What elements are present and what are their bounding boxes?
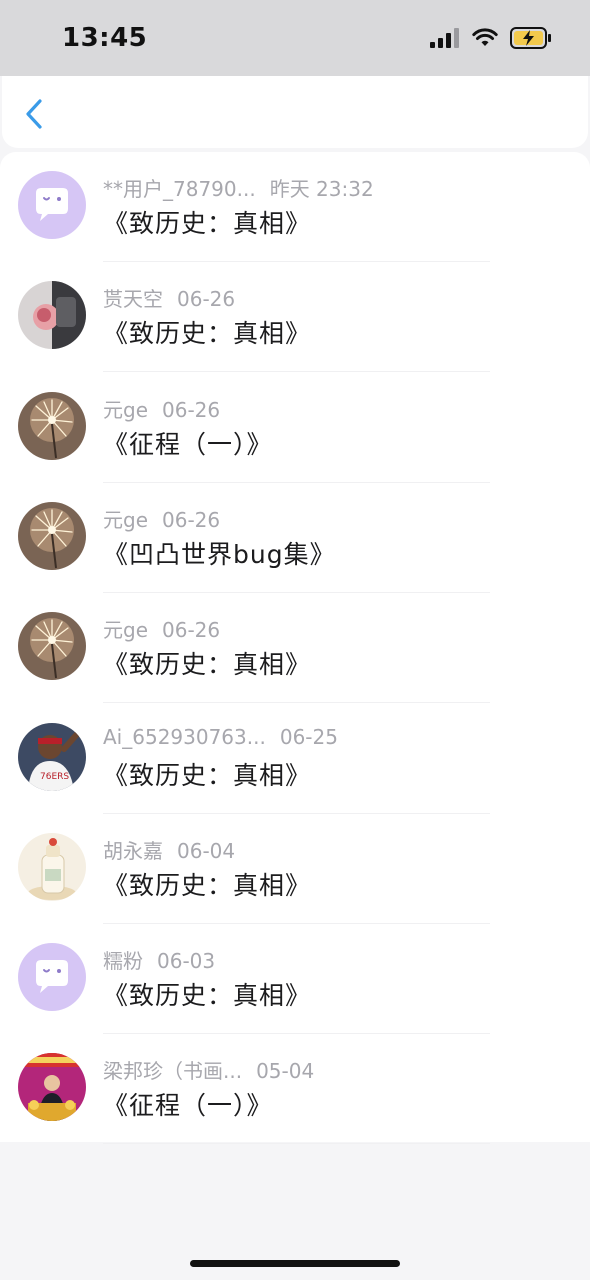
item-meta: 糯粉 06-03 xyxy=(103,945,215,974)
avatar[interactable] xyxy=(18,1053,86,1122)
message-list: **用户_78790... 昨天 23:32 《致历史：真相》 贳天空 06-26 《致… xyxy=(0,152,590,1145)
list-item[interactable]: 元ge 06-26 《征程（一）》 xyxy=(0,373,590,483)
item-meta: 元ge 06-26 xyxy=(103,394,220,423)
username[interactable]: Ai_652930763... xyxy=(103,725,266,749)
username[interactable]: **用户_78790... xyxy=(103,177,256,201)
list-item[interactable]: 元ge 06-26 《凹凸世界bug集》 xyxy=(0,483,590,593)
list-item[interactable]: 贳天空 06-26 《致历史：真相》 xyxy=(0,262,590,373)
default-avatar-icon[interactable] xyxy=(18,171,86,239)
timestamp: 06-26 xyxy=(162,507,221,532)
list-item[interactable]: 元ge 06-26 《致历史：真相》 xyxy=(0,593,590,704)
item-meta: 元ge 06-26 xyxy=(103,614,220,643)
status-bar: 13:45 xyxy=(0,0,590,76)
chevron-left-icon xyxy=(26,99,42,129)
work-title[interactable]: 《致历史：真相》 xyxy=(103,976,311,1012)
avatar[interactable] xyxy=(18,501,86,570)
list-item[interactable]: **用户_78790... 昨天 23:32 《致历史：真相》 xyxy=(0,152,590,262)
item-meta: 梁邦珍（书画... 05-04 xyxy=(103,1055,314,1084)
work-title[interactable]: 《征程（一）》 xyxy=(103,425,273,461)
work-title[interactable]: 《征程（一）》 xyxy=(103,1086,273,1122)
item-meta: 胡永嘉 06-04 xyxy=(103,835,235,864)
username[interactable]: 糯粉 xyxy=(103,949,143,973)
timestamp: 06-03 xyxy=(157,949,216,974)
item-meta: 元ge 06-26 xyxy=(103,504,220,533)
wifi-icon xyxy=(472,28,498,46)
work-title[interactable]: 《致历史：真相》 xyxy=(103,204,311,240)
status-time: 13:45 xyxy=(62,23,148,53)
list-item[interactable]: 糯粉 06-03 《致历史：真相》 xyxy=(0,924,590,1035)
battery-charging-icon xyxy=(510,27,551,49)
cellular-signal-icon xyxy=(430,28,459,48)
avatar[interactable]: 76ERS xyxy=(18,722,86,791)
avatar[interactable] xyxy=(18,281,86,350)
navigation-bar xyxy=(2,76,588,148)
username[interactable]: 元ge xyxy=(103,618,148,642)
work-title[interactable]: 《凹凸世界bug集》 xyxy=(103,535,336,571)
work-title[interactable]: 《致历史：真相》 xyxy=(103,866,311,902)
status-icons xyxy=(430,27,552,49)
list-item[interactable]: 胡永嘉 06-04 《致历史：真相》 xyxy=(0,814,590,924)
username[interactable]: 元ge xyxy=(103,398,148,422)
default-avatar-icon[interactable] xyxy=(18,943,86,1012)
timestamp: 05-04 xyxy=(256,1059,315,1084)
timestamp: 昨天 23:32 xyxy=(269,177,374,201)
avatar[interactable] xyxy=(18,391,86,460)
avatar[interactable] xyxy=(18,612,86,681)
home-indicator xyxy=(190,1260,400,1267)
timestamp: 06-04 xyxy=(177,838,236,863)
timestamp: 06-26 xyxy=(162,397,221,422)
username[interactable]: 元ge xyxy=(103,508,148,532)
list-item[interactable]: 76ERS Ai_652930763... 06-25 《致历史：真相》 xyxy=(0,704,590,814)
item-meta: 贳天空 06-26 xyxy=(103,283,235,312)
username[interactable]: 贳天空 xyxy=(103,287,163,311)
timestamp: 06-26 xyxy=(177,287,236,312)
back-button[interactable] xyxy=(18,96,52,132)
list-item[interactable]: 梁邦珍（书画... 05-04 《征程（一）》 xyxy=(0,1034,590,1145)
work-title[interactable]: 《致历史：真相》 xyxy=(103,314,311,350)
timestamp: 06-25 xyxy=(279,724,338,749)
username[interactable]: 胡永嘉 xyxy=(103,839,163,863)
item-meta: Ai_652930763... 06-25 xyxy=(103,725,338,749)
work-title[interactable]: 《致历史：真相》 xyxy=(103,756,311,792)
avatar[interactable] xyxy=(18,832,86,901)
divider xyxy=(103,1143,490,1145)
svg-text:76ERS: 76ERS xyxy=(40,772,69,782)
username[interactable]: 梁邦珍（书画... xyxy=(103,1059,242,1083)
item-meta: **用户_78790... 昨天 23:32 xyxy=(103,173,374,202)
work-title[interactable]: 《致历史：真相》 xyxy=(103,645,311,681)
timestamp: 06-26 xyxy=(162,618,221,643)
